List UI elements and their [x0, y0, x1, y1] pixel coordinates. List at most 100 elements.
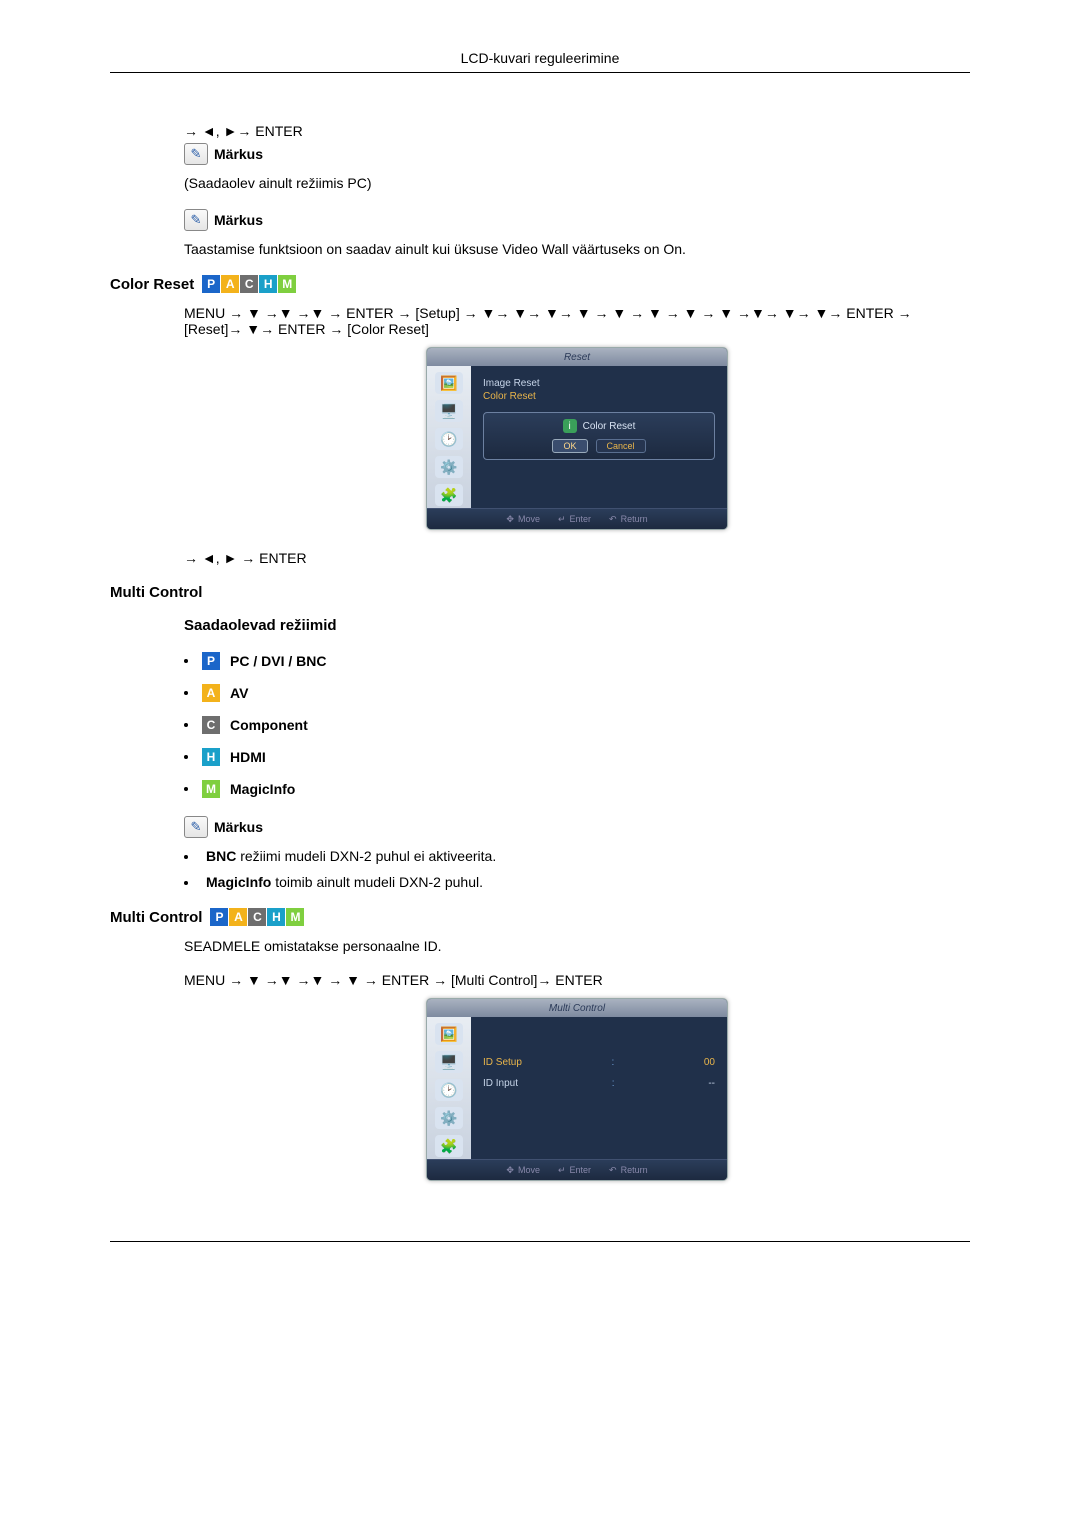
note-text-2-span: Taastamise funktsioon on saadav ainult k…: [184, 241, 686, 257]
note-bnc-rest: režiimi mudeli DXN-2 puhul ei aktiveerit…: [236, 848, 496, 864]
enter-icon: ↵: [558, 1165, 566, 1176]
page-header: LCD-kuvari reguleerimine: [110, 50, 970, 73]
osd-footer-move: ✥Move: [506, 514, 540, 525]
note-row: ✎ Märkus: [184, 816, 970, 838]
osd-sidebar-icon-clock: 🕑: [435, 428, 463, 450]
osd-footer-return-label: Return: [621, 514, 648, 524]
return-icon: ↶: [609, 514, 617, 525]
move-icon: ✥: [506, 514, 514, 525]
mode-p-icon: P: [210, 908, 228, 926]
osd-body: 🖼️ 🖥️ 🕑 ⚙️ 🧩 ID Setup : 00 ID Input :: [427, 1017, 727, 1159]
osd-body: 🖼️ 🖥️ 🕑 ⚙️ 🧩 Image Reset Color Reset i C…: [427, 366, 727, 508]
osd-sidebar-icon-picture: 🖼️: [435, 1023, 463, 1045]
note-label: Märkus: [214, 212, 263, 228]
osd-footer-return: ↶ Return: [609, 514, 648, 525]
mode-h-icon: H: [202, 748, 220, 766]
osd-footer: ✥ Move ↵ Enter ↶Return: [427, 1159, 727, 1180]
note-magicinfo-prefix: MagicInfo: [206, 874, 271, 890]
mode-m-icon: M: [278, 275, 296, 293]
note-bnc-text: BNC režiimi mudeli DXN-2 puhul ei aktive…: [206, 848, 496, 864]
note-row: ✎ Märkus: [184, 143, 970, 165]
nav-lr-enter: → ◄, ► → ENTER: [184, 550, 970, 566]
osd-footer-move-label: Move: [518, 1165, 540, 1175]
osd-footer-return-label: Return: [621, 1165, 648, 1175]
mode-icon-strip: P A C H M: [202, 275, 296, 293]
note-bullet-list: BNC režiimi mudeli DXN-2 puhul ei aktive…: [184, 848, 970, 890]
mode-h-icon: H: [259, 275, 277, 293]
osd-footer-enter: ↵Enter: [558, 514, 591, 525]
note-bullet-bnc: BNC režiimi mudeli DXN-2 puhul ei aktive…: [184, 848, 970, 864]
section-multi-control-heading: Multi Control: [110, 584, 970, 601]
mode-hdmi-label: HDMI: [230, 749, 266, 765]
bullet-icon: [184, 855, 188, 859]
mode-magicinfo-label: MagicInfo: [230, 781, 295, 797]
mode-component-label: Component: [230, 717, 308, 733]
available-modes-title: Saadaolevad režiimid: [184, 617, 970, 634]
content-block: → ◄, ►→ ENTER ✎ Märkus (Saadaolev ainult…: [184, 123, 970, 257]
osd-sidebar: 🖼️ 🖥️ 🕑 ⚙️ 🧩: [427, 1017, 471, 1159]
osd-sidebar-icon-display: 🖥️: [435, 1051, 463, 1073]
bullet-icon: [184, 723, 188, 727]
osd-multi-window: Multi Control 🖼️ 🖥️ 🕑 ⚙️ 🧩 ID Setup : 00: [426, 998, 728, 1181]
section-multi-control-label: Multi Control: [110, 584, 202, 601]
cancel-button[interactable]: Cancel: [596, 439, 646, 453]
mode-h-icon: H: [267, 908, 285, 926]
footer-rule: [110, 1241, 970, 1242]
osd-item-image-reset[interactable]: Image Reset: [483, 378, 715, 389]
bullet-icon: [184, 787, 188, 791]
mode-item-av: A AV: [184, 684, 970, 702]
osd-sidebar-icon-display: 🖥️: [435, 400, 463, 422]
mode-c-icon: C: [240, 275, 258, 293]
mode-a-icon: A: [202, 684, 220, 702]
mode-av-label: AV: [230, 685, 248, 701]
mode-p-icon: P: [202, 275, 220, 293]
mode-c-icon: C: [202, 716, 220, 734]
note-bullet-magicinfo: MagicInfo toimib ainult mudeli DXN-2 puh…: [184, 874, 970, 890]
move-icon: ✥: [506, 1165, 514, 1176]
multi-control-desc: SEADMELE omistatakse personaalne ID.: [184, 938, 970, 954]
osd-item-color-reset[interactable]: Color Reset: [483, 391, 715, 402]
document-page: LCD-kuvari reguleerimine → ◄, ►→ ENTER ✎…: [0, 0, 1080, 1282]
mode-a-icon: A: [221, 275, 239, 293]
osd-footer-return: ↶Return: [609, 1165, 648, 1176]
osd-row-id-input[interactable]: ID Input : --: [483, 1078, 715, 1089]
bullet-icon: [184, 755, 188, 759]
section-multi-control: Multi Control P A C H M: [110, 908, 970, 926]
osd-id-setup-label: ID Setup: [483, 1057, 522, 1068]
note-text-1: (Saadaolev ainult režiimis PC): [184, 175, 970, 191]
osd-main: Image Reset Color Reset i Color Reset OK…: [471, 366, 727, 508]
note-icon: ✎: [184, 816, 208, 838]
osd-dialog-buttons: OK Cancel: [490, 439, 708, 453]
osd-main: ID Setup : 00 ID Input : --: [471, 1017, 727, 1159]
osd-dialog: i Color Reset OK Cancel: [483, 412, 715, 460]
note-label: Märkus: [214, 146, 263, 162]
note-icon: ✎: [184, 209, 208, 231]
osd-id-setup-value: 00: [704, 1057, 715, 1068]
osd-footer-move: ✥ Move: [506, 1165, 540, 1176]
mode-a-icon: A: [229, 908, 247, 926]
osd-sidebar-icon-settings: ⚙️: [435, 456, 463, 478]
mode-list: P PC / DVI / BNC A AV C Component H HDMI…: [184, 652, 970, 798]
bullet-icon: [184, 691, 188, 695]
osd-footer-enter: ↵ Enter: [558, 1165, 591, 1176]
osd-titlebar: Multi Control: [427, 999, 727, 1017]
note-magicinfo-text: MagicInfo toimib ainult mudeli DXN-2 puh…: [206, 874, 483, 890]
mode-pc-label: PC / DVI / BNC: [230, 653, 326, 669]
note-magicinfo-rest: toimib ainult mudeli DXN-2 puhul.: [271, 874, 483, 890]
osd-footer-enter-label: Enter: [570, 1165, 592, 1175]
nav-enter-line: → ◄, ►→ ENTER: [184, 123, 970, 139]
note-label: Märkus: [214, 819, 263, 835]
nav-multi-control: MENU → ▼ →▼ →▼ → ▼ → ENTER → [Multi Cont…: [184, 972, 970, 988]
osd-footer: ✥Move ↵Enter ↶ Return: [427, 508, 727, 529]
mode-item-pc: P PC / DVI / BNC: [184, 652, 970, 670]
osd-sidebar-icon-multi: 🧩: [435, 1135, 463, 1157]
content-block: Saadaolevad režiimid P PC / DVI / BNC A …: [184, 617, 970, 890]
nav-color-reset: MENU → ▼ →▼ →▼ → ENTER → [Setup] → ▼→ ▼→…: [184, 305, 970, 337]
ok-button[interactable]: OK: [552, 439, 587, 453]
osd-id-input-label: ID Input: [483, 1078, 518, 1089]
mode-p-icon: P: [202, 652, 220, 670]
osd-row-id-setup[interactable]: ID Setup : 00: [483, 1057, 715, 1068]
mode-c-icon: C: [248, 908, 266, 926]
mode-m-icon: M: [286, 908, 304, 926]
bullet-icon: [184, 881, 188, 885]
